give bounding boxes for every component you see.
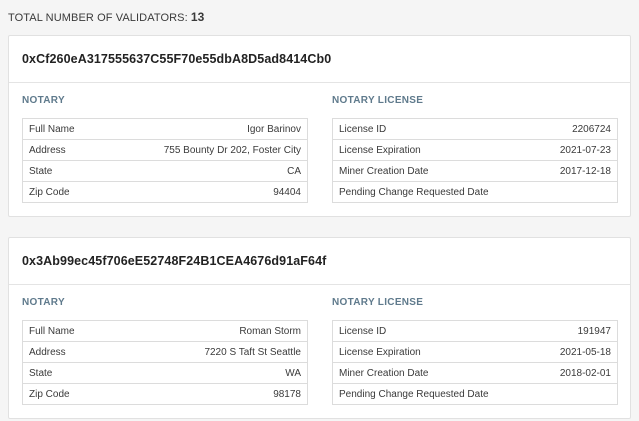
field-label: Address xyxy=(22,139,103,161)
field-value: 755 Bounty Dr 202, Foster City xyxy=(102,139,309,161)
field-label: License Expiration xyxy=(332,139,538,161)
table-row: Miner Creation Date 2017-12-18 xyxy=(332,160,619,182)
field-value: 191947 xyxy=(537,320,619,342)
field-value xyxy=(537,181,619,203)
field-value: 94404 xyxy=(102,181,309,203)
table-row: Zip Code 98178 xyxy=(21,383,308,405)
field-label: License Expiration xyxy=(332,341,538,363)
notary-license-section: NOTARY LICENSE License ID 191947 License… xyxy=(332,296,619,405)
field-label: Zip Code xyxy=(22,181,103,203)
notary-section: NOTARY Full Name Igor Barinov Address 75… xyxy=(22,94,309,203)
validators-total-label: TOTAL NUMBER OF VALIDATORS: xyxy=(8,12,188,24)
table-row: Address 755 Bounty Dr 202, Foster City xyxy=(22,139,309,161)
field-label: Full Name xyxy=(21,320,122,342)
field-label: Zip Code xyxy=(21,383,122,405)
notary-section-title: NOTARY xyxy=(22,95,65,106)
notary-table: Full Name Roman Storm Address 7220 S Taf… xyxy=(21,320,308,405)
notary-section: NOTARY Full Name Roman Storm Address 722… xyxy=(21,296,308,405)
notary-license-table: License ID 191947 License Expiration 202… xyxy=(332,320,619,405)
validators-page: TOTAL NUMBER OF VALIDATORS: 13 0xCf260eA… xyxy=(0,0,639,421)
field-value: 2021-05-18 xyxy=(537,341,619,363)
field-value: WA xyxy=(121,362,308,384)
validators-total-count: 13 xyxy=(190,10,205,24)
validator-card: 0xCf260eA317555637C55F70e55dbA8D5ad8414C… xyxy=(8,35,631,217)
validators-total: TOTAL NUMBER OF VALIDATORS: 13 xyxy=(8,9,631,25)
field-value: Igor Barinov xyxy=(102,118,309,140)
notary-license-section-title: NOTARY LICENSE xyxy=(332,95,424,106)
table-row: License Expiration 2021-05-18 xyxy=(332,341,619,363)
field-label: Full Name xyxy=(22,118,103,140)
notary-license-section: NOTARY LICENSE License ID 2206724 Licens… xyxy=(332,94,619,203)
field-value: 2017-12-18 xyxy=(537,160,619,182)
field-label: Miner Creation Date xyxy=(332,362,538,384)
table-row: State CA xyxy=(22,160,309,182)
table-row: Pending Change Requested Date xyxy=(332,383,619,405)
table-row: Full Name Igor Barinov xyxy=(22,118,309,140)
table-row: Zip Code 94404 xyxy=(22,181,309,203)
field-label: Address xyxy=(21,341,122,363)
table-row: Miner Creation Date 2018-02-01 xyxy=(332,362,619,384)
table-row: License Expiration 2021-07-23 xyxy=(332,139,619,161)
notary-section-title: NOTARY xyxy=(22,297,65,308)
field-value: 7220 S Taft St Seattle xyxy=(121,341,308,363)
validator-card-header: 0x3Ab99ec45f706eE52748F24B1CEA4676d91aF6… xyxy=(9,238,630,285)
notary-table: Full Name Igor Barinov Address 755 Bount… xyxy=(22,118,309,203)
field-value: 2018-02-01 xyxy=(537,362,619,384)
field-label: Miner Creation Date xyxy=(332,160,538,182)
field-value: CA xyxy=(102,160,309,182)
field-value: 2021-07-23 xyxy=(537,139,619,161)
table-row: License ID 191947 xyxy=(332,320,619,342)
field-value: Roman Storm xyxy=(121,320,308,342)
field-value: 98178 xyxy=(121,383,308,405)
validator-card: 0x3Ab99ec45f706eE52748F24B1CEA4676d91aF6… xyxy=(8,237,631,419)
table-row: State WA xyxy=(21,362,308,384)
validator-address: 0xCf260eA317555637C55F70e55dbA8D5ad8414C… xyxy=(22,52,332,66)
table-row: License ID 2206724 xyxy=(332,118,619,140)
validator-card-header: 0xCf260eA317555637C55F70e55dbA8D5ad8414C… xyxy=(9,36,630,83)
field-label: State xyxy=(21,362,122,384)
notary-license-table: License ID 2206724 License Expiration 20… xyxy=(332,118,619,203)
table-row: Address 7220 S Taft St Seattle xyxy=(21,341,308,363)
notary-license-section-title: NOTARY LICENSE xyxy=(332,297,424,308)
field-label: License ID xyxy=(332,118,538,140)
table-row: Pending Change Requested Date xyxy=(332,181,619,203)
field-label: State xyxy=(22,160,103,182)
validator-address: 0x3Ab99ec45f706eE52748F24B1CEA4676d91aF6… xyxy=(22,254,327,268)
field-label: Pending Change Requested Date xyxy=(332,383,538,405)
field-label: Pending Change Requested Date xyxy=(332,181,538,203)
field-value: 2206724 xyxy=(537,118,619,140)
field-label: License ID xyxy=(332,320,538,342)
field-value xyxy=(537,383,619,405)
table-row: Full Name Roman Storm xyxy=(21,320,308,342)
